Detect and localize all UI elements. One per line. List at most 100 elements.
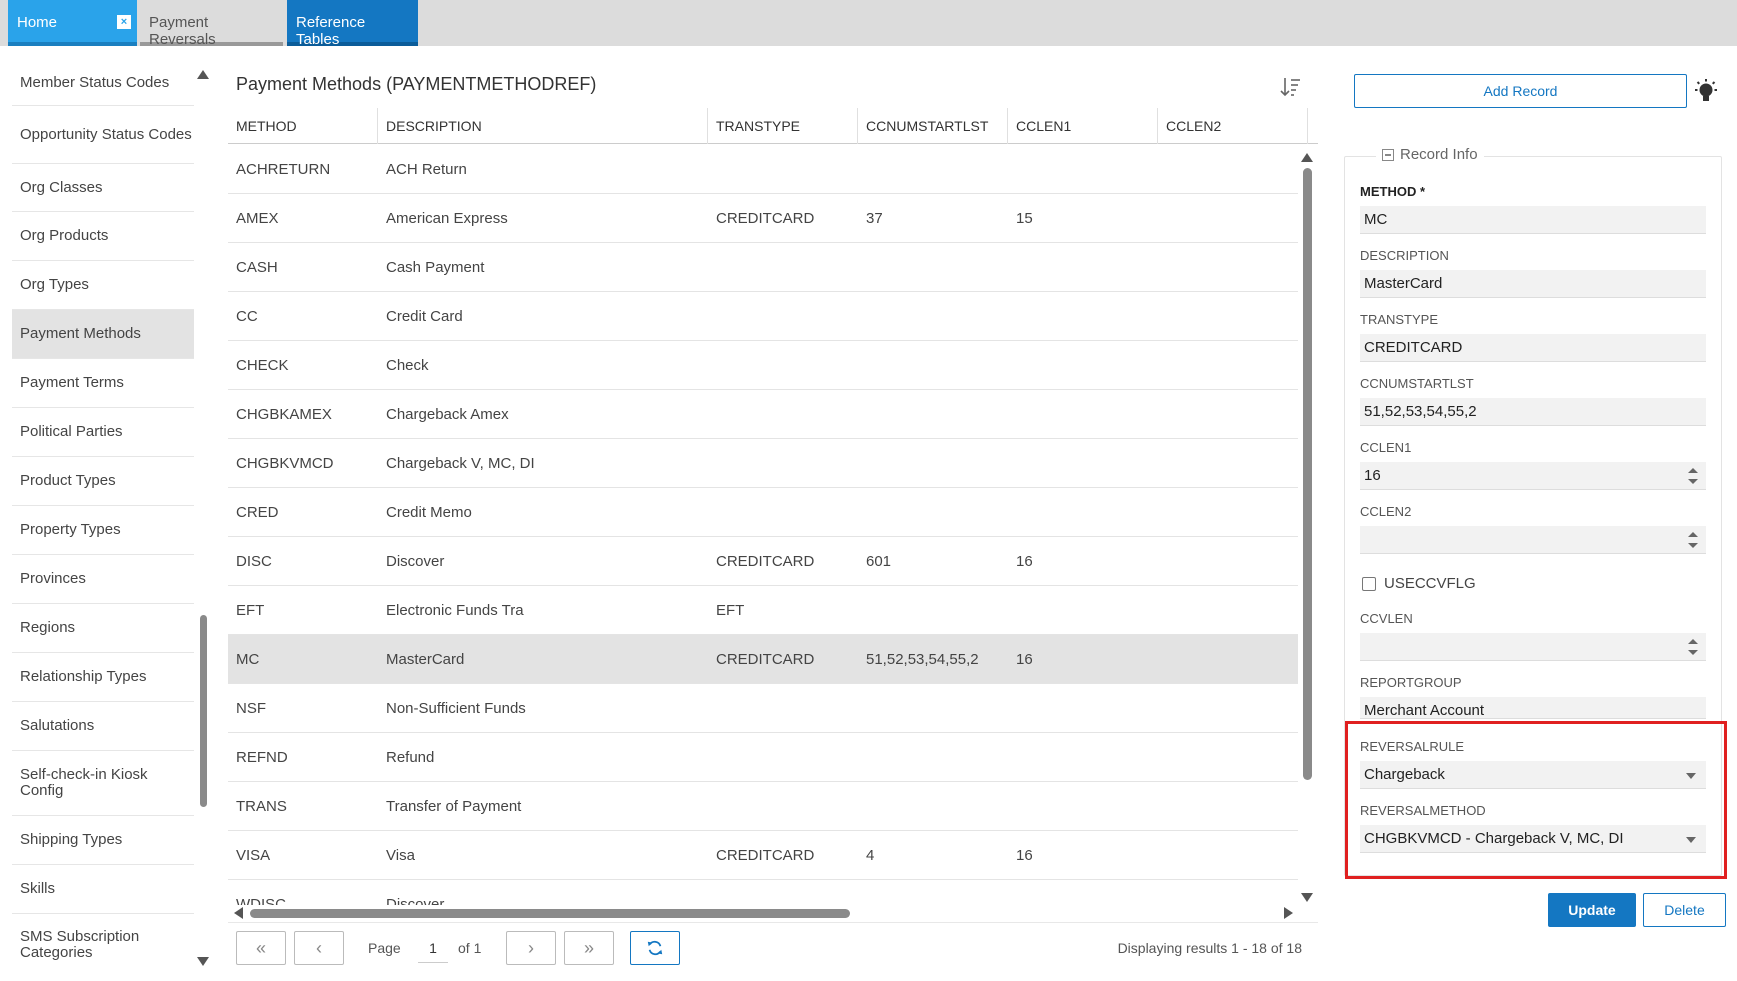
sidebar-item-shipping-types[interactable]: Shipping Types xyxy=(12,816,194,865)
sidebar-item-provinces[interactable]: Provinces xyxy=(12,555,194,604)
ccnumstartlst-field[interactable]: 51,52,53,54,55,2 xyxy=(1360,398,1706,426)
sidebar-item-opportunity-status-codes[interactable]: Opportunity Status Codes xyxy=(12,106,194,164)
spinner-icon[interactable] xyxy=(1688,639,1698,655)
cell-method: CHGBKVMCD xyxy=(236,455,334,472)
table-row[interactable]: MC MasterCard CREDITCARD 51,52,53,54,55,2 16 xyxy=(228,635,1298,684)
sidebar-item-org-types[interactable]: Org Types xyxy=(12,261,194,310)
sidebar-item-org-products[interactable]: Org Products xyxy=(12,212,194,261)
cclen2-stepper[interactable] xyxy=(1360,526,1706,554)
cclen1-stepper[interactable]: 16 xyxy=(1360,462,1706,490)
table-row[interactable]: CASH Cash Payment xyxy=(228,243,1298,292)
sidebar-item-political-parties[interactable]: Political Parties xyxy=(12,408,194,457)
table-row[interactable]: DISC Discover CREDITCARD 601 16 xyxy=(228,537,1298,586)
cell-cclen1: 16 xyxy=(1016,553,1033,570)
sort-icon[interactable] xyxy=(1279,76,1301,98)
column-header-cclen2[interactable]: CCLEN2 xyxy=(1158,108,1308,144)
cell-description: Cash Payment xyxy=(386,259,485,276)
cell-method: WDISC xyxy=(236,896,286,905)
lightbulb-icon[interactable] xyxy=(1692,78,1720,106)
table-row[interactable]: REFND Refund xyxy=(228,733,1298,782)
column-header-transtype[interactable]: TRANSTYPE xyxy=(708,108,858,144)
cell-cclen1: 15 xyxy=(1016,210,1033,227)
sidebar-item-payment-terms[interactable]: Payment Terms xyxy=(12,359,194,408)
grid-vertical-scrollbar[interactable] xyxy=(1300,150,1314,905)
sidebar-item-label: Regions xyxy=(20,619,76,636)
close-icon[interactable]: × xyxy=(117,15,131,29)
column-header-method[interactable]: METHOD xyxy=(228,108,378,144)
column-header-cclen1[interactable]: CCLEN1 xyxy=(1008,108,1158,144)
ccnumstartlst-label: CCNUMSTARTLST xyxy=(1360,376,1474,391)
scroll-up-icon[interactable] xyxy=(197,70,209,79)
cell-method: AMEX xyxy=(236,210,279,227)
spinner-icon[interactable] xyxy=(1688,468,1698,484)
grid-horizontal-scrollbar[interactable] xyxy=(234,906,1294,920)
table-row[interactable]: AMEX American Express CREDITCARD 37 15 xyxy=(228,194,1298,243)
add-record-button[interactable]: Add Record xyxy=(1354,74,1687,108)
sidebar-item-sms-subscription-categories[interactable]: SMS Subscription Categories xyxy=(12,914,194,972)
column-header-ccnumstartlst[interactable]: CCNUMSTARTLST xyxy=(858,108,1008,144)
reference-table-list: Member Status Codes Opportunity Status C… xyxy=(12,60,194,972)
sidebar-item-salutations[interactable]: Salutations xyxy=(12,702,194,751)
table-row[interactable]: ACHRETURN ACH Return xyxy=(228,145,1298,194)
collapse-icon[interactable] xyxy=(1382,148,1394,161)
sidebar-item-product-types[interactable]: Product Types xyxy=(12,457,194,506)
sidebar-item-relationship-types[interactable]: Relationship Types xyxy=(12,653,194,702)
first-page-button[interactable]: « xyxy=(236,931,286,965)
ccvlen-stepper[interactable] xyxy=(1360,633,1706,661)
grid-vscroll-thumb[interactable] xyxy=(1303,168,1312,780)
sidebar-item-property-types[interactable]: Property Types xyxy=(12,506,194,555)
column-header-description[interactable]: DESCRIPTION xyxy=(378,108,708,144)
sidebar-item-skills[interactable]: Skills xyxy=(12,865,194,914)
sidebar-item-self-check-in-kiosk-config[interactable]: Self-check-in Kiosk Config xyxy=(12,751,194,816)
table-row[interactable]: NSF Non-Sufficient Funds xyxy=(228,684,1298,733)
tab-home[interactable]: Home × xyxy=(8,0,137,46)
nav-scroll-thumb[interactable] xyxy=(200,615,207,807)
prev-page-button[interactable]: ‹ xyxy=(294,931,344,965)
cell-ccnumstartlst: 51,52,53,54,55,2 xyxy=(866,651,979,668)
cclen1-value: 16 xyxy=(1364,467,1381,484)
cclen1-label: CCLEN1 xyxy=(1360,440,1412,455)
tab-bar: Home × Payment Reversals Reference Table… xyxy=(0,0,1737,48)
cell-description: MasterCard xyxy=(386,651,465,668)
cell-transtype: CREDITCARD xyxy=(716,847,815,864)
table-row[interactable]: EFT Electronic Funds Tra EFT xyxy=(228,586,1298,635)
method-field[interactable]: MC xyxy=(1360,206,1706,234)
refresh-icon xyxy=(647,940,663,956)
table-row[interactable]: CHGBKAMEX Chargeback Amex xyxy=(228,390,1298,439)
sidebar-item-member-status-codes[interactable]: Member Status Codes xyxy=(12,60,194,106)
tab-payment-reversals[interactable]: Payment Reversals xyxy=(140,0,283,48)
sidebar-item-label: Org Products xyxy=(20,227,109,244)
sidebar-item-org-classes[interactable]: Org Classes xyxy=(12,164,194,212)
cell-method: DISC xyxy=(236,553,272,570)
tab-reference-tables[interactable]: Reference Tables xyxy=(287,0,418,48)
next-page-button[interactable]: › xyxy=(506,931,556,965)
page-number-input[interactable]: 1 xyxy=(418,933,448,963)
scroll-right-icon[interactable] xyxy=(1284,907,1293,919)
table-row[interactable]: CHECK Check xyxy=(228,341,1298,390)
table-row[interactable]: TRANS Transfer of Payment xyxy=(228,782,1298,831)
delete-button[interactable]: Delete xyxy=(1643,893,1726,927)
record-info-legend[interactable]: Record Info xyxy=(1376,146,1484,163)
scroll-left-icon[interactable] xyxy=(234,907,243,919)
spinner-icon[interactable] xyxy=(1688,532,1698,548)
refresh-button[interactable] xyxy=(630,931,680,965)
table-row[interactable]: CRED Credit Memo xyxy=(228,488,1298,537)
last-page-button[interactable]: » xyxy=(564,931,614,965)
table-row[interactable]: CHGBKVMCD Chargeback V, MC, DI xyxy=(228,439,1298,488)
table-row[interactable]: WDISC Discover xyxy=(228,880,1298,905)
grid-hscroll-thumb[interactable] xyxy=(250,909,850,918)
table-row[interactable]: VISA Visa CREDITCARD 4 16 xyxy=(228,831,1298,880)
nav-scrollbar[interactable] xyxy=(197,60,209,972)
sidebar-item-payment-methods[interactable]: Payment Methods xyxy=(12,310,194,359)
scroll-down-icon[interactable] xyxy=(1301,893,1313,902)
scroll-up-icon[interactable] xyxy=(1301,153,1313,162)
cell-method: CASH xyxy=(236,259,278,276)
sidebar-item-regions[interactable]: Regions xyxy=(12,604,194,653)
reportgroup-field[interactable]: Merchant Account xyxy=(1360,697,1706,719)
description-field[interactable]: MasterCard xyxy=(1360,270,1706,298)
useccvflg-checkbox[interactable] xyxy=(1362,577,1376,591)
transtype-field[interactable]: CREDITCARD xyxy=(1360,334,1706,362)
table-row[interactable]: CC Credit Card xyxy=(228,292,1298,341)
scroll-down-icon[interactable] xyxy=(197,957,209,966)
update-button[interactable]: Update xyxy=(1548,893,1636,927)
